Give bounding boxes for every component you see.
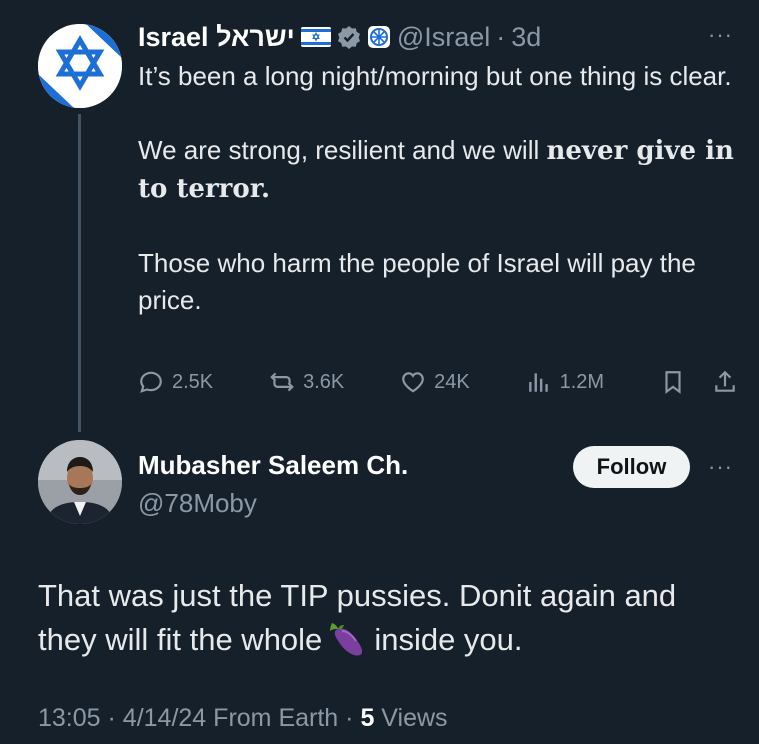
parent-tweet-text: It’s been a long night/morning but one t… [138, 58, 738, 356]
author-name[interactable]: Israel ישראל [138, 22, 295, 53]
tweet-time[interactable]: 13:05 [38, 704, 101, 732]
reply-icon [140, 371, 162, 393]
user-avatar[interactable] [38, 440, 122, 524]
views-icon [528, 373, 548, 392]
tweet-thread: Israel ישראל @Israel · 3d ··· It’s been … [0, 0, 759, 744]
more-options-icon[interactable]: ··· [708, 454, 733, 480]
views-button[interactable]: 1.2M [526, 369, 604, 395]
reply-text-part: inside you. [374, 622, 523, 657]
reply-button[interactable]: 2.5K [138, 369, 213, 395]
repost-button[interactable]: 3.6K [269, 369, 344, 395]
star-of-david-icon [38, 24, 122, 108]
israel-flag-icon [300, 27, 331, 47]
verified-badge-icon [337, 26, 360, 49]
parent-tweet-header: Israel ישראל @Israel · 3d [138, 20, 541, 54]
reply-count: 2.5K [172, 370, 214, 393]
share-icon[interactable] [712, 369, 738, 395]
repost-icon [270, 372, 294, 392]
reply-views-label: Views [381, 704, 448, 732]
author-handle[interactable]: @Israel [397, 22, 490, 53]
reply-author-name[interactable]: Mubasher Saleem Ch. [138, 450, 408, 481]
reply-tweet-text: That was just the TIP pussies. Donit aga… [38, 574, 728, 662]
reply-views-count: 5 [360, 704, 375, 732]
israel-avatar[interactable] [38, 24, 122, 108]
bookmark-icon[interactable] [660, 369, 686, 395]
tweet-actions-bar: 2.5K 3.6K 24K 1.2M [138, 364, 738, 400]
tweet-date[interactable]: 4/14/24 [123, 704, 206, 732]
more-options-icon[interactable]: ··· [708, 22, 733, 48]
views-count: 1.2M [559, 370, 605, 393]
reply-author-handle[interactable]: @78Moby [138, 488, 257, 519]
tweet-paragraph: Those who harm the people of Israel will… [138, 248, 696, 315]
separator-dot: · [496, 21, 506, 52]
like-button[interactable]: 24K [400, 369, 470, 395]
tweet-age[interactable]: 3d [511, 22, 541, 53]
tweet-paragraph: It’s been a long night/morning but one t… [138, 61, 732, 91]
separator-dot: · [345, 704, 354, 732]
emblem-icon [367, 26, 390, 48]
separator-dot: · [107, 704, 116, 732]
tweet-source: From Earth [213, 704, 339, 732]
repost-count: 3.6K [303, 370, 345, 393]
person-photo-icon [38, 440, 122, 524]
tweet-actions-right [660, 369, 738, 395]
like-count: 24K [434, 370, 470, 393]
tweet-paragraph: We are strong, resilient and we will nev… [138, 135, 734, 204]
follow-button[interactable]: Follow [573, 446, 690, 488]
tweet-meta: 13:05 · 4/14/24 From Earth · 5 Views [38, 704, 448, 733]
eggplant-emoji-icon [330, 623, 363, 656]
like-icon [402, 372, 424, 393]
thread-connector-line [78, 114, 81, 432]
